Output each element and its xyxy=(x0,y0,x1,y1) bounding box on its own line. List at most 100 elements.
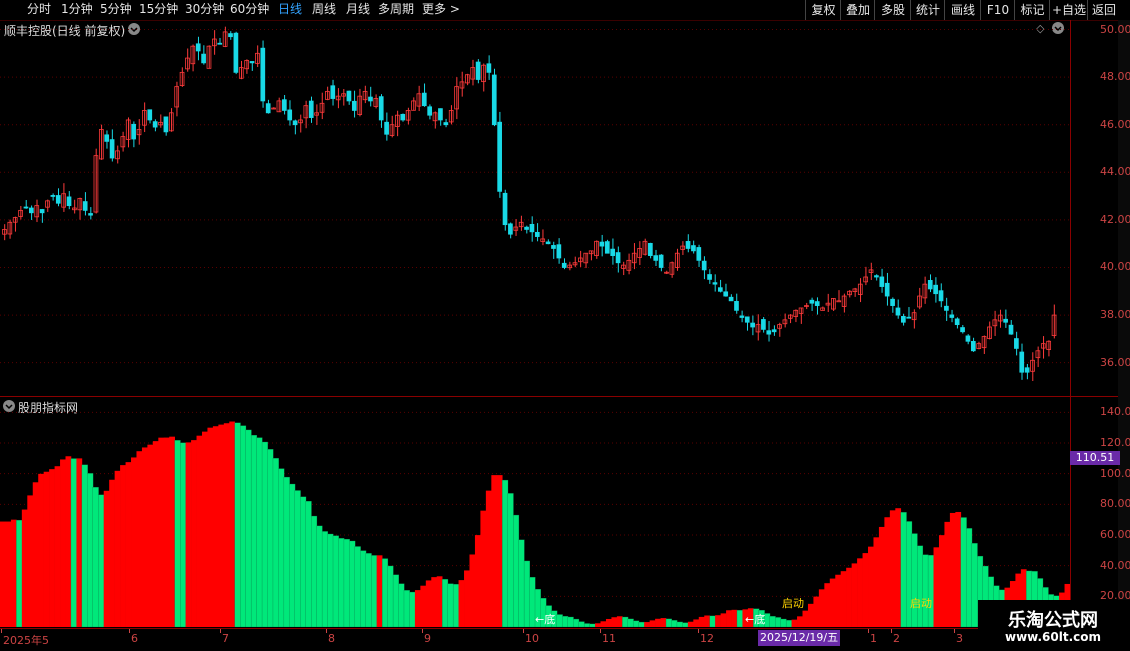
candle-body xyxy=(529,223,535,233)
candle-body xyxy=(351,100,357,111)
date-tick xyxy=(698,629,699,633)
candle-body xyxy=(82,201,88,211)
period-tab-8[interactable]: 月线 xyxy=(346,1,370,18)
candle-body xyxy=(55,195,61,204)
indicator-bar xyxy=(54,466,61,627)
candle-body xyxy=(970,341,976,352)
toolbar-button-1[interactable]: 叠加 xyxy=(840,0,875,20)
indicator-bar xyxy=(92,487,99,627)
indicator-axis-label: 100.0 xyxy=(1100,466,1130,480)
period-tab-9[interactable]: 多周期 xyxy=(378,1,414,18)
indicator-bar xyxy=(414,590,421,627)
indicator-bar xyxy=(638,621,645,627)
toolbar-button-5[interactable]: F10 xyxy=(980,0,1015,20)
indicator-bar xyxy=(458,580,465,627)
period-tab-10[interactable]: 更多 > xyxy=(422,1,460,18)
candle-body xyxy=(195,43,201,52)
toolbar-button-6[interactable]: 标记 xyxy=(1014,0,1050,20)
indicator-bar xyxy=(343,538,350,627)
candle-body xyxy=(265,103,271,114)
period-tab-1[interactable]: 1分钟 xyxy=(61,1,93,18)
indicator-bar xyxy=(720,613,727,627)
indicator-bar xyxy=(38,473,44,627)
indicator-axis-label: 80.00 xyxy=(1100,497,1130,511)
indicator-bar xyxy=(278,468,285,627)
indicator-bar xyxy=(791,619,798,627)
indicator-bar xyxy=(944,521,951,627)
candle-body xyxy=(707,274,712,280)
indicator-bar xyxy=(807,603,814,627)
candle-body xyxy=(1014,338,1019,349)
indicator-bar xyxy=(802,610,809,627)
toolbar-button-7[interactable]: +自选 xyxy=(1049,0,1088,20)
period-tab-5[interactable]: 60分钟 xyxy=(230,1,269,18)
indicator-bar xyxy=(573,618,580,627)
indicator-bar xyxy=(21,509,28,627)
toolbar-button-4[interactable]: 画线 xyxy=(944,0,981,20)
toolbar-button-0[interactable]: 复权 xyxy=(805,0,841,20)
period-tab-4[interactable]: 30分钟 xyxy=(185,1,224,18)
candle-body xyxy=(378,96,384,121)
period-tab-6[interactable]: 日线 xyxy=(278,1,302,18)
indicator-bar xyxy=(971,543,978,627)
indicator-bar xyxy=(676,621,683,627)
period-tab-2[interactable]: 5分钟 xyxy=(100,1,132,18)
price-axis-label: 38.00 xyxy=(1100,308,1130,322)
candle-body xyxy=(556,244,562,259)
candle-body xyxy=(217,42,223,45)
indicator-bar xyxy=(485,490,492,627)
candle-body xyxy=(551,245,556,249)
indicator-bar xyxy=(409,591,416,627)
candle-body xyxy=(104,134,110,142)
price-axis-label: 50.00 xyxy=(1100,22,1130,36)
candle-body xyxy=(944,305,949,311)
price-chart-panel[interactable]: 顺丰控股(日线 前复权) ◇ xyxy=(0,20,1070,396)
indicator-bar xyxy=(660,618,667,627)
indicator-bar xyxy=(403,590,410,627)
candle-body xyxy=(1008,324,1014,335)
candle-body xyxy=(346,90,352,102)
indicator-bar xyxy=(16,519,23,627)
candle-body xyxy=(965,335,971,342)
candle-body xyxy=(814,301,820,306)
indicator-bar xyxy=(813,596,820,627)
indicator-bar xyxy=(829,578,836,627)
candle-body xyxy=(260,47,266,102)
indicator-bar xyxy=(857,558,863,627)
indicator-bar xyxy=(81,464,88,627)
candle-body xyxy=(933,284,938,295)
period-tab-3[interactable]: 15分钟 xyxy=(139,1,178,18)
candle-body xyxy=(890,298,895,306)
candle-body xyxy=(954,318,960,326)
candle-body xyxy=(88,213,93,216)
toolbar-button-8[interactable]: 返回 xyxy=(1087,0,1120,20)
indicator-bar xyxy=(895,508,902,627)
date-axis-label: 11 xyxy=(602,632,616,645)
date-axis-label: 8 xyxy=(328,632,335,645)
candle-body xyxy=(691,245,696,252)
toolbar-button-3[interactable]: 统计 xyxy=(910,0,945,20)
indicator-bar xyxy=(633,620,640,627)
candle-body xyxy=(486,63,492,73)
indicator-bar xyxy=(349,540,356,627)
toolbar-button-2[interactable]: 多股 xyxy=(874,0,911,20)
candle-body xyxy=(201,53,206,64)
indicator-bar xyxy=(10,519,17,627)
indicator-panel[interactable]: 股朋指标网 xyxy=(0,397,1070,627)
period-tab-0[interactable]: 分时 xyxy=(27,1,51,18)
indicator-bar xyxy=(158,437,165,627)
indicator-bar xyxy=(687,621,694,627)
indicator-bar xyxy=(785,620,793,627)
date-tick xyxy=(523,629,524,633)
indicator-bar xyxy=(846,567,852,627)
candle-body xyxy=(658,254,664,268)
candle-body xyxy=(599,241,605,247)
period-tab-7[interactable]: 周线 xyxy=(312,1,336,18)
candle-body xyxy=(895,307,901,316)
indicator-bar xyxy=(715,615,721,627)
indicator-bar xyxy=(147,444,154,627)
candle-body xyxy=(400,113,406,121)
indicator-current-value: 110.51 xyxy=(1070,450,1120,465)
indicator-annotation: ←底 xyxy=(535,613,556,626)
indicator-bar xyxy=(60,459,66,627)
